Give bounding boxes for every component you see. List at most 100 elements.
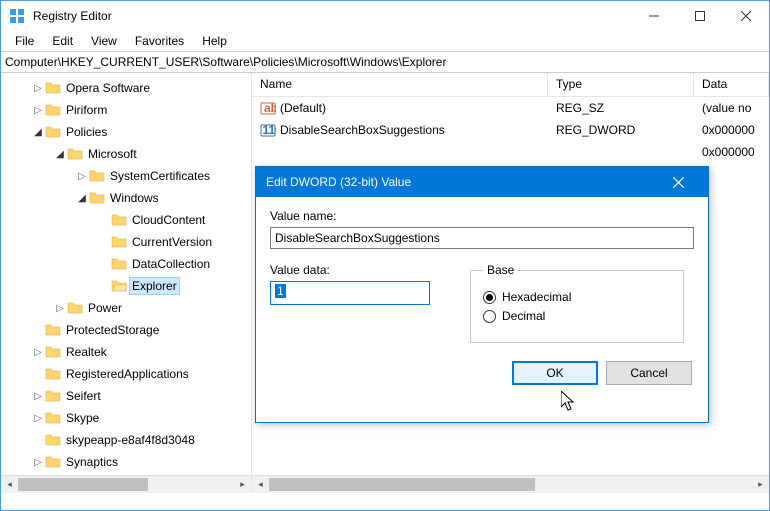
col-data[interactable]: Data: [694, 73, 769, 96]
menu-favorites[interactable]: Favorites: [127, 32, 192, 50]
svg-text:ab: ab: [264, 101, 276, 115]
tree-node-opera-software[interactable]: ▷ Opera Software: [1, 77, 251, 99]
tree-node-policies[interactable]: ◢ Policies: [1, 121, 251, 143]
col-name[interactable]: Name: [252, 73, 548, 96]
value-data: 0x000000: [694, 123, 769, 137]
folder-icon: [45, 367, 61, 381]
tree-node-seifert[interactable]: ▷Seifert: [1, 385, 251, 407]
list-header: Name Type Data: [252, 73, 769, 97]
tree-node-registeredapplications[interactable]: RegisteredApplications: [1, 363, 251, 385]
close-button[interactable]: [723, 1, 769, 31]
status-bar: [1, 492, 769, 504]
col-type[interactable]: Type: [548, 73, 694, 96]
tree-node-piriform[interactable]: ▷ Piriform: [1, 99, 251, 121]
value-name-label: Value name:: [270, 209, 694, 223]
chevron-right-icon[interactable]: ▷: [75, 171, 89, 182]
tree-node-label: skypeapp-e8af4f8d3048: [64, 432, 197, 448]
tree-node-datacollection[interactable]: DataCollection: [1, 253, 251, 275]
tree-node-currentversion[interactable]: CurrentVersion: [1, 231, 251, 253]
list-row[interactable]: 110DisableSearchBoxSuggestionsREG_DWORD0…: [252, 119, 769, 141]
value-data-input[interactable]: 1: [270, 281, 430, 305]
folder-icon: [111, 235, 127, 249]
scroll-right-icon[interactable]: ▸: [234, 476, 251, 493]
folder-icon: [45, 433, 61, 447]
menu-file[interactable]: File: [7, 32, 42, 50]
cancel-button[interactable]: Cancel: [606, 361, 692, 385]
radio-icon: [483, 291, 496, 304]
chevron-right-icon[interactable]: ▷: [53, 303, 67, 314]
tree-node-synaptics[interactable]: ▷ Synaptics: [1, 451, 251, 473]
dialog-titlebar[interactable]: Edit DWORD (32-bit) Value: [256, 167, 708, 197]
tree-node-realtek[interactable]: ▷Realtek: [1, 341, 251, 363]
menu-help[interactable]: Help: [194, 32, 235, 50]
tree-hscrollbar[interactable]: ◂ ▸: [1, 475, 251, 492]
scroll-right-icon[interactable]: ▸: [752, 476, 769, 493]
folder-icon: [45, 103, 61, 117]
folder-icon: [45, 455, 61, 469]
radio-hex-label: Hexadecimal: [502, 290, 571, 304]
menu-edit[interactable]: Edit: [44, 32, 81, 50]
chevron-right-icon[interactable]: ▷: [31, 105, 45, 116]
window-title: Registry Editor: [33, 9, 631, 23]
tree-node-explorer[interactable]: Explorer: [1, 275, 251, 297]
dialog-close-button[interactable]: [658, 167, 698, 197]
menu-view[interactable]: View: [83, 32, 125, 50]
folder-icon: [45, 323, 61, 337]
folder-icon: [45, 81, 61, 95]
tree-node-label: Policies: [64, 124, 109, 140]
tree-node-power[interactable]: ▷Power: [1, 297, 251, 319]
folder-icon: [67, 301, 83, 315]
folder-icon: [45, 345, 61, 359]
folder-icon: [89, 169, 105, 183]
scroll-left-icon[interactable]: ◂: [1, 476, 18, 493]
radio-decimal[interactable]: Decimal: [483, 309, 671, 323]
chevron-right-icon[interactable]: ▷: [31, 83, 45, 94]
tree-node-cloudcontent[interactable]: CloudContent: [1, 209, 251, 231]
value-data: (value no: [694, 101, 769, 115]
tree-node-skypeapp-e8af4f8d3048[interactable]: skypeapp-e8af4f8d3048: [1, 429, 251, 451]
tree-node-windows[interactable]: ◢Windows: [1, 187, 251, 209]
chevron-right-icon[interactable]: ▷: [31, 413, 45, 424]
tree-node-label: Explorer: [130, 278, 179, 294]
tree-node-label: Synaptics: [64, 454, 120, 470]
folder-icon: [111, 213, 127, 227]
address-text: Computer\HKEY_CURRENT_USER\Software\Poli…: [5, 55, 446, 69]
address-bar[interactable]: Computer\HKEY_CURRENT_USER\Software\Poli…: [1, 51, 769, 73]
folder-icon: [111, 257, 127, 271]
chevron-right-icon[interactable]: ▷: [31, 457, 45, 468]
chevron-right-icon[interactable]: ▷: [31, 347, 45, 358]
tree-panel: ▷ Opera Software ▷ Piriform ◢ Policies ◢Micros…: [1, 73, 252, 492]
tree-node-label: CloudContent: [130, 212, 207, 228]
tree-node-label: CurrentVersion: [130, 234, 214, 250]
folder-icon: [67, 147, 83, 161]
tree-node-label: RegisteredApplications: [64, 366, 191, 382]
radio-hexadecimal[interactable]: Hexadecimal: [483, 290, 671, 304]
tree-node-protectedstorage[interactable]: ProtectedStorage: [1, 319, 251, 341]
value-name: DisableSearchBoxSuggestions: [280, 123, 445, 137]
tree-node-label: Opera Software: [64, 80, 152, 96]
tree-node-microsoft[interactable]: ◢Microsoft: [1, 143, 251, 165]
chevron-down-icon[interactable]: ◢: [75, 193, 89, 204]
tree-node-label: Piriform: [64, 102, 109, 118]
folder-icon: [45, 125, 61, 139]
value-data: 0x000000: [694, 145, 769, 159]
tree-node-skype[interactable]: ▷ Skype: [1, 407, 251, 429]
value-binary-icon: 110: [260, 122, 276, 138]
chevron-right-icon[interactable]: ▷: [31, 391, 45, 402]
tree-node-label: Skype: [64, 410, 101, 426]
dialog-title: Edit DWORD (32-bit) Value: [266, 175, 658, 189]
radio-icon: [483, 310, 496, 323]
list-hscrollbar[interactable]: ◂ ▸: [252, 475, 769, 492]
tree-node-systemcertificates[interactable]: ▷SystemCertificates: [1, 165, 251, 187]
list-row[interactable]: ab(Default)REG_SZ(value no: [252, 97, 769, 119]
chevron-down-icon[interactable]: ◢: [31, 127, 45, 138]
minimize-button[interactable]: [631, 1, 677, 31]
ok-button[interactable]: OK: [512, 361, 598, 385]
chevron-down-icon[interactable]: ◢: [53, 149, 67, 160]
menu-bar: File Edit View Favorites Help: [1, 31, 769, 51]
list-row[interactable]: 0x000000: [252, 141, 769, 163]
scroll-left-icon[interactable]: ◂: [252, 476, 269, 493]
value-name-input[interactable]: [270, 227, 694, 249]
folder-icon: [111, 279, 127, 293]
maximize-button[interactable]: [677, 1, 723, 31]
